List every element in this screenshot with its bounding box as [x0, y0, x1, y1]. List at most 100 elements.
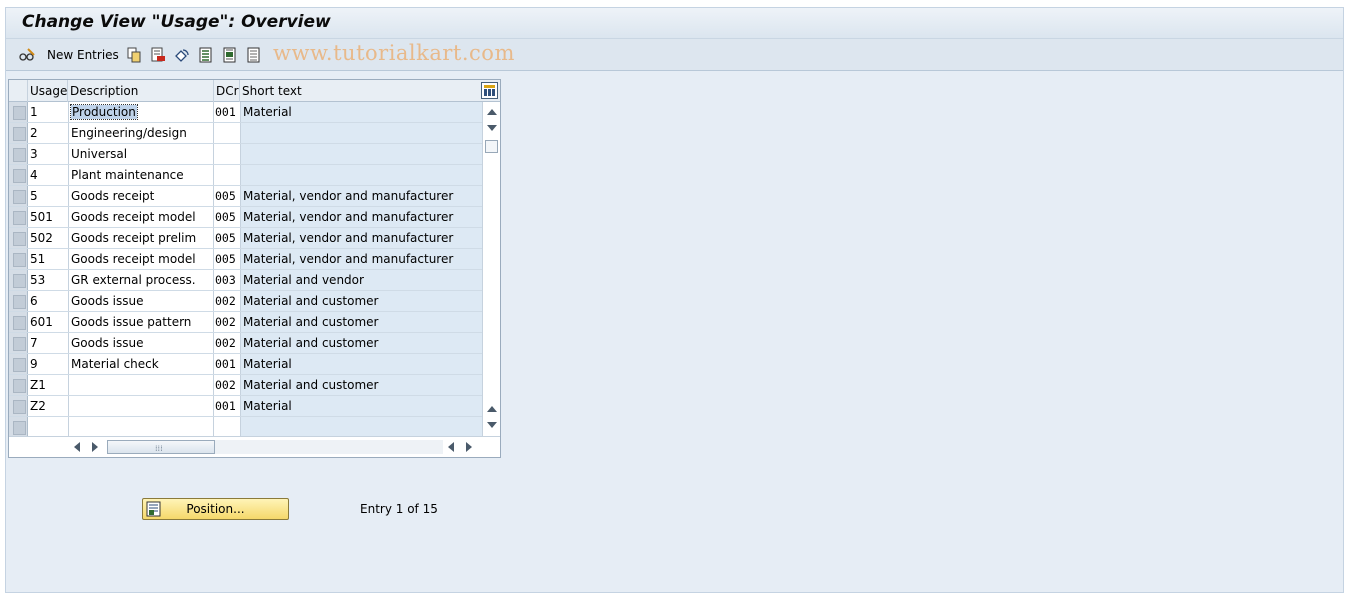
select-block-icon[interactable] [222, 47, 238, 63]
row-selector[interactable] [9, 102, 28, 122]
row-selector[interactable] [9, 144, 28, 164]
cell-usage [28, 417, 68, 437]
cell-description[interactable]: Goods receipt [68, 186, 214, 206]
header-short-text[interactable]: Short text [240, 80, 482, 102]
row-selector[interactable] [9, 417, 28, 437]
table-row[interactable]: 502 Goods receipt prelim 005 Material, vend… [9, 228, 482, 249]
deselect-all-icon[interactable] [246, 47, 262, 63]
cell-description[interactable]: Material check [68, 354, 214, 374]
row-selector[interactable] [9, 249, 28, 269]
table-row[interactable]: 9 Material check 001 Material [9, 354, 482, 375]
cell-short-text: Material [240, 102, 482, 122]
cell-short-text [240, 144, 482, 164]
cell-description[interactable]: Goods issue [68, 333, 214, 353]
table-row[interactable]: 2 Engineering/design [9, 123, 482, 144]
cell-description[interactable]: Universal [68, 144, 214, 164]
table-row[interactable]: Z1 002 Material and customer [9, 375, 482, 396]
table-row[interactable]: 7 Goods issue 002 Material and customer [9, 333, 482, 354]
row-selector[interactable] [9, 312, 28, 332]
scroll-left-icon[interactable] [74, 442, 80, 452]
cell-description[interactable] [68, 396, 214, 416]
table-row[interactable]: 3 Universal [9, 144, 482, 165]
scroll-down-icon[interactable] [487, 125, 497, 131]
table-row[interactable]: 601 Goods issue pattern 002 Material and cu… [9, 312, 482, 333]
scroll-right-icon[interactable] [92, 442, 98, 452]
header-description[interactable]: Description [68, 80, 214, 102]
table-row[interactable]: Z2 001 Material [9, 396, 482, 417]
row-selector[interactable] [9, 291, 28, 311]
scroll-right-2-icon[interactable] [466, 442, 472, 452]
cell-description[interactable]: GR external process. [68, 270, 214, 290]
cell-dcr: 001 [214, 396, 240, 416]
cell-description[interactable]: Goods receipt prelim [68, 228, 214, 248]
horizontal-scrollbar[interactable]: ⁞⁞⁞ [9, 436, 500, 457]
row-selector[interactable] [9, 228, 28, 248]
undo-change-icon[interactable] [174, 47, 190, 63]
table-row[interactable]: 4 Plant maintenance [9, 165, 482, 186]
horizontal-scroll-thumb[interactable]: ⁞⁞⁞ [107, 440, 215, 454]
cell-short-text: Material, vendor and manufacturer [240, 228, 482, 248]
row-selector[interactable] [9, 123, 28, 143]
copy-icon[interactable] [126, 47, 142, 63]
scroll-left-2-icon[interactable] [448, 442, 454, 452]
cell-dcr [214, 123, 240, 143]
cell-usage: 4 [28, 165, 68, 185]
select-all-icon[interactable] [198, 47, 214, 63]
cell-usage: Z1 [28, 375, 68, 395]
scroll-up-icon[interactable] [487, 109, 497, 115]
table-row[interactable]: 53 GR external process. 003 Material and ve… [9, 270, 482, 291]
table-row[interactable]: 5 Goods receipt 005 Material, vendor and ma… [9, 186, 482, 207]
row-selector[interactable] [9, 186, 28, 206]
cell-description[interactable]: Goods receipt model [68, 207, 214, 227]
vertical-scrollbar[interactable] [482, 102, 500, 436]
cell-usage: Z2 [28, 396, 68, 416]
cell-description[interactable]: Engineering/design [68, 123, 214, 143]
table-row[interactable]: 6 Goods issue 002 Material and customer [9, 291, 482, 312]
cell-description[interactable]: Goods issue [68, 291, 214, 311]
header-usage[interactable]: Usage [28, 80, 68, 102]
page-title: Change View "Usage": Overview [22, 12, 331, 32]
cell-description[interactable]: Goods issue pattern [68, 312, 214, 332]
title-bar: Change View "Usage": Overview [6, 8, 1343, 39]
scroll-page-up-icon[interactable] [487, 406, 497, 412]
main-window: Change View "Usage": Overview New Entrie… [5, 7, 1344, 593]
cell-usage: 1 [28, 102, 68, 122]
cell-short-text: Material [240, 396, 482, 416]
cell-short-text: Material, vendor and manufacturer [240, 186, 482, 206]
row-selector[interactable] [9, 333, 28, 353]
position-button[interactable]: Position... [142, 498, 289, 520]
row-selector[interactable] [9, 375, 28, 395]
glasses-edit-icon[interactable] [19, 47, 35, 63]
selected-text: Production [70, 104, 138, 120]
application-toolbar: New Entries www.tutorialkart.com [6, 39, 1343, 71]
usage-table: Usage Description DCr Short text 1 Produc… [8, 79, 501, 458]
cell-dcr: 005 [214, 186, 240, 206]
cell-short-text: Material and customer [240, 375, 482, 395]
cell-usage: 5 [28, 186, 68, 206]
horizontal-scroll-track[interactable] [215, 440, 443, 454]
cell-usage: 3 [28, 144, 68, 164]
new-entries-button[interactable]: New Entries [47, 48, 119, 62]
cell-description[interactable] [68, 375, 214, 395]
table-row[interactable]: 501 Goods receipt model 005 Material, vendo… [9, 207, 482, 228]
cell-description[interactable]: Production [68, 102, 214, 122]
select-all-header[interactable] [9, 80, 28, 102]
row-selector[interactable] [9, 354, 28, 374]
row-selector[interactable] [9, 270, 28, 290]
cell-description[interactable] [68, 417, 214, 437]
row-selector[interactable] [9, 165, 28, 185]
table-row[interactable] [9, 417, 482, 438]
delete-icon[interactable] [150, 47, 166, 63]
watermark: www.tutorialkart.com [273, 41, 515, 65]
row-selector[interactable] [9, 396, 28, 416]
cell-short-text [240, 123, 482, 143]
table-settings-icon[interactable] [481, 82, 498, 99]
row-selector[interactable] [9, 207, 28, 227]
table-row[interactable]: 1 Production 001 Material [9, 102, 482, 123]
cell-description[interactable]: Goods receipt model [68, 249, 214, 269]
scroll-thumb[interactable] [485, 140, 498, 153]
scroll-page-down-icon[interactable] [487, 422, 497, 428]
header-dcr[interactable]: DCr [214, 80, 240, 102]
cell-description[interactable]: Plant maintenance [68, 165, 214, 185]
table-row[interactable]: 51 Goods receipt model 005 Material, vendor… [9, 249, 482, 270]
